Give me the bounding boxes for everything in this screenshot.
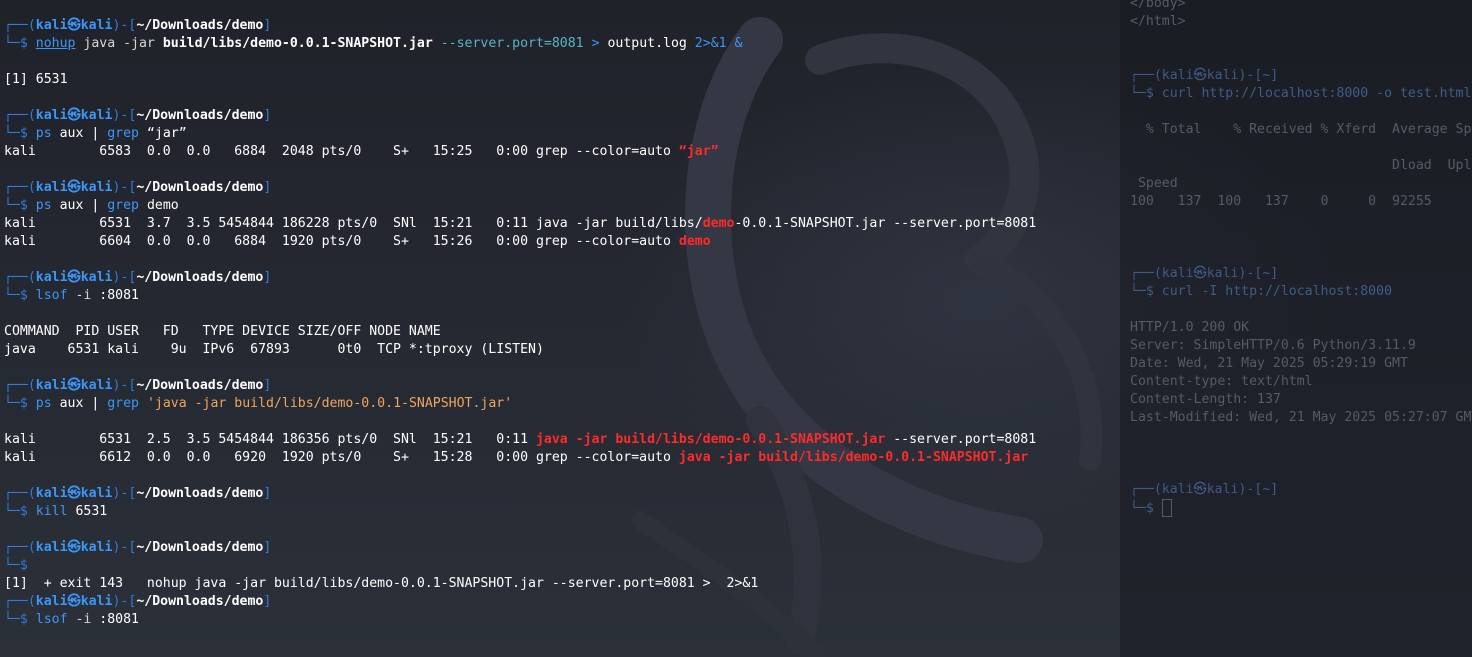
prompt-header: ┌──(kali㉿kali)-[~/Downloads/demo] <box>4 540 272 555</box>
command-line: └─$ nohup java -jar build/libs/demo-0.0.… <box>4 36 743 51</box>
prompt-header: ┌──(kali㉿kali)-[~/Downloads/demo] <box>4 180 272 195</box>
bg-line: └─$ curl http://localhost:8000 -o test.h… <box>1130 86 1472 101</box>
bg-line: ┌──(kali㉿kali)-[~] <box>1130 482 1279 497</box>
prompt-header: ┌──(kali㉿kali)-[~/Downloads/demo] <box>4 18 272 33</box>
bg-line: </body> <box>1130 0 1186 11</box>
command-line: └─$ ps aux | grep demo <box>4 198 179 213</box>
ps-output-row: kali 6531 3.7 3.5 5454844 186228 pts/0 S… <box>4 216 1037 231</box>
prompt-header: ┌──(kali㉿kali)-[~/Downloads/demo] <box>4 486 272 501</box>
command-line: └─$ kill 6531 <box>4 504 108 519</box>
command-line: └─$ ps aux | grep “jar” <box>4 126 187 141</box>
bg-line: Server: SimpleHTTP/0.6 Python/3.11.9 <box>1130 338 1416 353</box>
bg-line: Last-Modified: Wed, 21 May 2025 05:27:07… <box>1130 410 1472 425</box>
bg-line: └─$ <box>1130 499 1172 518</box>
bg-line: ┌──(kali㉿kali)-[~] <box>1130 68 1279 83</box>
bg-line: Content-type: text/html <box>1130 374 1313 389</box>
command-line: └─$ ps aux | grep 'java -jar build/libs/… <box>4 396 513 411</box>
ps-output-row: kali 6531 2.5 3.5 5454844 186356 pts/0 S… <box>4 432 1037 447</box>
bg-line: 100 137 100 137 0 0 92255 0 --:--:-- --:… <box>1130 194 1432 209</box>
cursor-block <box>1161 499 1172 517</box>
bg-line: └─$ curl -I http://localhost:8000 <box>1130 284 1393 299</box>
prompt-header: ┌──(kali㉿kali)-[~/Downloads/demo] <box>4 108 272 123</box>
job-exit-output: [1] + exit 143 nohup java -jar build/lib… <box>4 576 759 591</box>
lsof-row: java 6531 kali 9u IPv6 67893 0t0 TCP *:t… <box>4 342 544 357</box>
bg-line: ┌──(kali㉿kali)-[~] <box>1130 266 1279 281</box>
prompt-header: ┌──(kali㉿kali)-[~/Downloads/demo] <box>4 594 272 609</box>
background-terminal-pane: </body> </html> ┌──(kali㉿kali)-[~] └─$ c… <box>1120 0 1472 657</box>
prompt-header: ┌──(kali㉿kali)-[~/Downloads/demo] <box>4 378 272 393</box>
job-started-output: [1] 6531 <box>4 72 68 87</box>
prompt-header: ┌──(kali㉿kali)-[~/Downloads/demo] <box>4 270 272 285</box>
bg-line: Speed <box>1130 176 1178 191</box>
bg-line: Content-Length: 137 <box>1130 392 1281 407</box>
bg-line: Dload Upload <box>1130 158 1472 173</box>
lsof-header: COMMAND PID USER FD TYPE DEVICE SIZE/OFF… <box>4 324 441 339</box>
command-line: └─$ lsof -i :8081 <box>4 288 139 303</box>
bg-line: % Total % Received % Xferd Average Speed… <box>1145 122 1472 137</box>
command-line: └─$ <box>4 558 36 573</box>
bg-line: HTTP/1.0 200 OK <box>1130 320 1250 335</box>
command-line: └─$ lsof -i :8081 <box>4 612 139 627</box>
ps-output-row: kali 6583 0.0 0.0 6884 2048 pts/0 S+ 15:… <box>4 144 719 159</box>
ps-output-row: kali 6612 0.0 0.0 6920 1920 pts/0 S+ 15:… <box>4 450 1029 465</box>
bg-line: Date: Wed, 21 May 2025 05:29:19 GMT <box>1130 356 1408 371</box>
ps-output-row: kali 6604 0.0 0.0 6884 1920 pts/0 S+ 15:… <box>4 234 711 249</box>
bg-line: </html> <box>1130 14 1186 29</box>
